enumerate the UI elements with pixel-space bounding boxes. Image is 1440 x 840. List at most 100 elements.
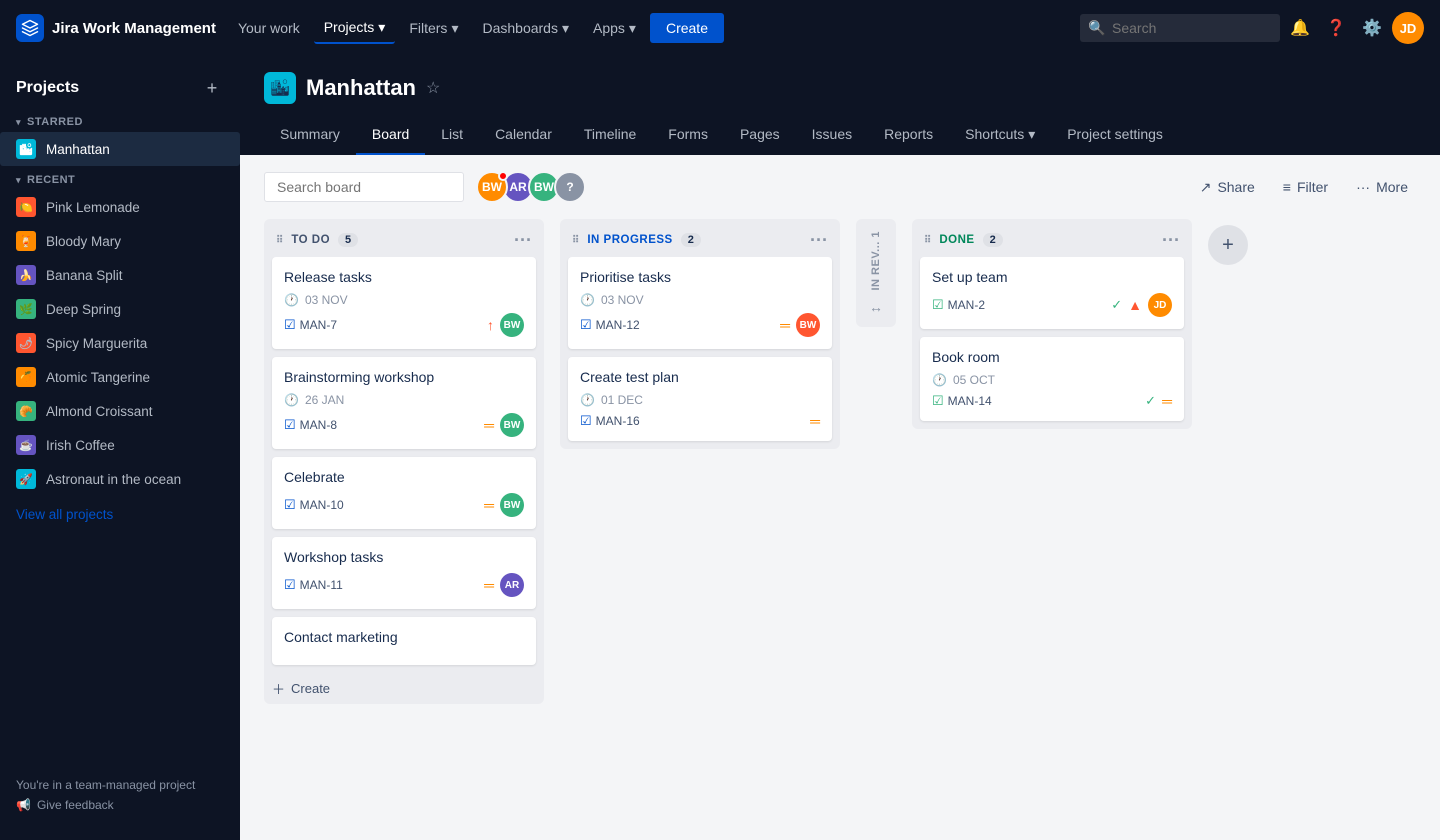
sidebar-item-astronaut-ocean[interactable]: 🚀 Astronaut in the ocean (0, 462, 240, 496)
sidebar-item-pink-lemonade[interactable]: 🍋 Pink Lemonade (0, 190, 240, 224)
view-all-projects-link[interactable]: View all projects (0, 500, 240, 529)
nav-your-work[interactable]: Your work (228, 14, 310, 42)
checkbox-icon: ☑ (932, 393, 944, 409)
help-button[interactable]: ❓ (1320, 12, 1352, 44)
project-icon: 🏙 (16, 139, 36, 159)
card-tag: ☑ MAN-11 (284, 577, 343, 593)
team-note: You're in a team-managed project (16, 778, 195, 792)
card-date: 03 NOV (601, 293, 644, 307)
user-avatar[interactable]: JD (1392, 12, 1424, 44)
nav-filters[interactable]: Filters ▾ (399, 14, 468, 43)
card-prioritise-tasks[interactable]: Prioritise tasks 🕐 03 NOV ☑ MAN-12 ═ (568, 257, 832, 349)
sidebar: Projects + ▾ STARRED 🏙 Manhattan ▾ RECEN… (0, 56, 240, 840)
card-date: 03 NOV (305, 293, 348, 307)
card-avatar: JD (1148, 293, 1172, 317)
card-avatar: BW (500, 313, 524, 337)
project-header: 🏙 Manhattan ☆ Summary Board List Calenda… (240, 56, 1440, 155)
search-input[interactable] (1080, 14, 1280, 42)
sidebar-item-bloody-mary[interactable]: 🍹 Bloody Mary (0, 224, 240, 258)
sidebar-bottom: You're in a team-managed project 📢 Give … (0, 766, 240, 824)
card-title: Create test plan (580, 369, 820, 385)
column-inprogress-more-button[interactable]: ··· (810, 231, 828, 249)
card-title: Set up team (932, 269, 1172, 285)
sidebar-item-almond-croissant[interactable]: 🥐 Almond Croissant (0, 394, 240, 428)
card-avatar: BW (796, 313, 820, 337)
card-meta: 🕐 03 NOV (284, 293, 524, 307)
share-button[interactable]: ↗ Share (1192, 173, 1263, 202)
nav-projects[interactable]: Projects ▾ (314, 13, 396, 44)
nav-dashboards[interactable]: Dashboards ▾ (472, 14, 579, 43)
tab-reports[interactable]: Reports (868, 116, 949, 155)
more-button[interactable]: ··· More (1348, 173, 1416, 201)
filter-button[interactable]: ≡ Filter (1275, 173, 1336, 201)
priority-medium-icon: ═ (484, 497, 494, 513)
project-icon: 🌶 (16, 333, 36, 353)
card-contact-marketing[interactable]: Contact marketing (272, 617, 536, 665)
priority-medium-icon: ═ (484, 417, 494, 433)
column-inprogress-header: ⠿ IN PROGRESS 2 ··· (560, 219, 840, 257)
tab-forms[interactable]: Forms (652, 116, 724, 155)
drag-handle-icon[interactable]: ⠿ (276, 235, 283, 246)
drag-handle-icon[interactable]: ⠿ (572, 235, 579, 246)
board-search-input[interactable] (264, 172, 464, 202)
notifications-button[interactable]: 🔔 (1284, 12, 1316, 44)
card-tag: ☑ MAN-7 (284, 317, 337, 333)
tab-calendar[interactable]: Calendar (479, 116, 568, 155)
card-release-tasks[interactable]: Release tasks 🕐 03 NOV ☑ MAN-7 ↑ (272, 257, 536, 349)
card-create-test-plan[interactable]: Create test plan 🕐 01 DEC ☑ MAN-16 ═ (568, 357, 832, 441)
card-bottom: ☑ MAN-11 ═ AR (284, 573, 524, 597)
sidebar-item-deep-spring[interactable]: 🌿 Deep Spring (0, 292, 240, 326)
add-project-button[interactable]: + (200, 76, 224, 100)
card-book-room[interactable]: Book room 🕐 05 OCT ☑ MAN-14 ✓ (920, 337, 1184, 421)
card-celebrate[interactable]: Celebrate ☑ MAN-10 ═ BW (272, 457, 536, 529)
column-inreview-title: IN REV... 1 (870, 231, 882, 291)
sidebar-item-atomic-tangerine[interactable]: 🍊 Atomic Tangerine (0, 360, 240, 394)
sidebar-item-banana-split[interactable]: 🍌 Banana Split (0, 258, 240, 292)
card-actions: ═ BW (484, 413, 524, 437)
column-in-review[interactable]: IN REV... 1 ↔ (856, 219, 896, 327)
nav-apps[interactable]: Apps ▾ (583, 14, 646, 43)
card-brainstorming-workshop[interactable]: Brainstorming workshop 🕐 26 JAN ☑ MAN-8 (272, 357, 536, 449)
sidebar-item-irish-coffee[interactable]: ☕ Irish Coffee (0, 428, 240, 462)
column-title-wrap: ⠿ IN PROGRESS 2 (572, 233, 701, 247)
avatar-unknown[interactable]: ? (554, 171, 586, 203)
card-avatar: BW (500, 493, 524, 517)
tab-timeline[interactable]: Timeline (568, 116, 652, 155)
settings-button[interactable]: ⚙️ (1356, 12, 1388, 44)
app-logo[interactable]: Jira Work Management (16, 14, 216, 42)
column-todo-more-button[interactable]: ··· (514, 231, 532, 249)
tab-summary[interactable]: Summary (264, 116, 356, 155)
feedback-link[interactable]: 📢 Give feedback (16, 798, 224, 812)
starred-section[interactable]: ▾ STARRED (0, 108, 240, 132)
project-tabs: Summary Board List Calendar Timeline For… (264, 116, 1416, 155)
add-column-button[interactable]: + (1208, 225, 1248, 265)
column-done-more-button[interactable]: ··· (1162, 231, 1180, 249)
clock-icon: 🕐 (284, 393, 299, 407)
card-set-up-team[interactable]: Set up team ☑ MAN-2 ✓ ▲ JD (920, 257, 1184, 329)
sidebar-item-manhattan[interactable]: 🏙 Manhattan (0, 132, 240, 166)
recent-section[interactable]: ▾ RECENT (0, 166, 240, 190)
logo-icon (16, 14, 44, 42)
tab-shortcuts[interactable]: Shortcuts ▾ (949, 116, 1051, 155)
card-actions: ↑ BW (487, 313, 524, 337)
add-card-button-todo[interactable]: ＋ Create (264, 673, 544, 704)
card-actions: ═ (810, 413, 820, 429)
star-icon[interactable]: ☆ (426, 78, 440, 98)
tab-issues[interactable]: Issues (796, 116, 868, 155)
create-button[interactable]: Create (650, 13, 724, 43)
tab-board[interactable]: Board (356, 116, 425, 155)
megaphone-icon: 📢 (16, 798, 31, 812)
avatar-bw-1[interactable]: BW (476, 171, 508, 203)
card-workshop-tasks[interactable]: Workshop tasks ☑ MAN-11 ═ AR (272, 537, 536, 609)
project-title: Manhattan (306, 75, 416, 101)
tab-pages[interactable]: Pages (724, 116, 796, 155)
card-bottom: ☑ MAN-7 ↑ BW (284, 313, 524, 337)
tab-project-settings[interactable]: Project settings (1051, 116, 1179, 155)
card-bottom: ☑ MAN-12 ═ BW (580, 313, 820, 337)
project-icon: 🍹 (16, 231, 36, 251)
app-layout: Projects + ▾ STARRED 🏙 Manhattan ▾ RECEN… (0, 56, 1440, 840)
project-icon: 🍌 (16, 265, 36, 285)
sidebar-item-spicy-marguerita[interactable]: 🌶 Spicy Marguerita (0, 326, 240, 360)
drag-handle-icon[interactable]: ⠿ (924, 235, 931, 246)
tab-list[interactable]: List (425, 116, 479, 155)
